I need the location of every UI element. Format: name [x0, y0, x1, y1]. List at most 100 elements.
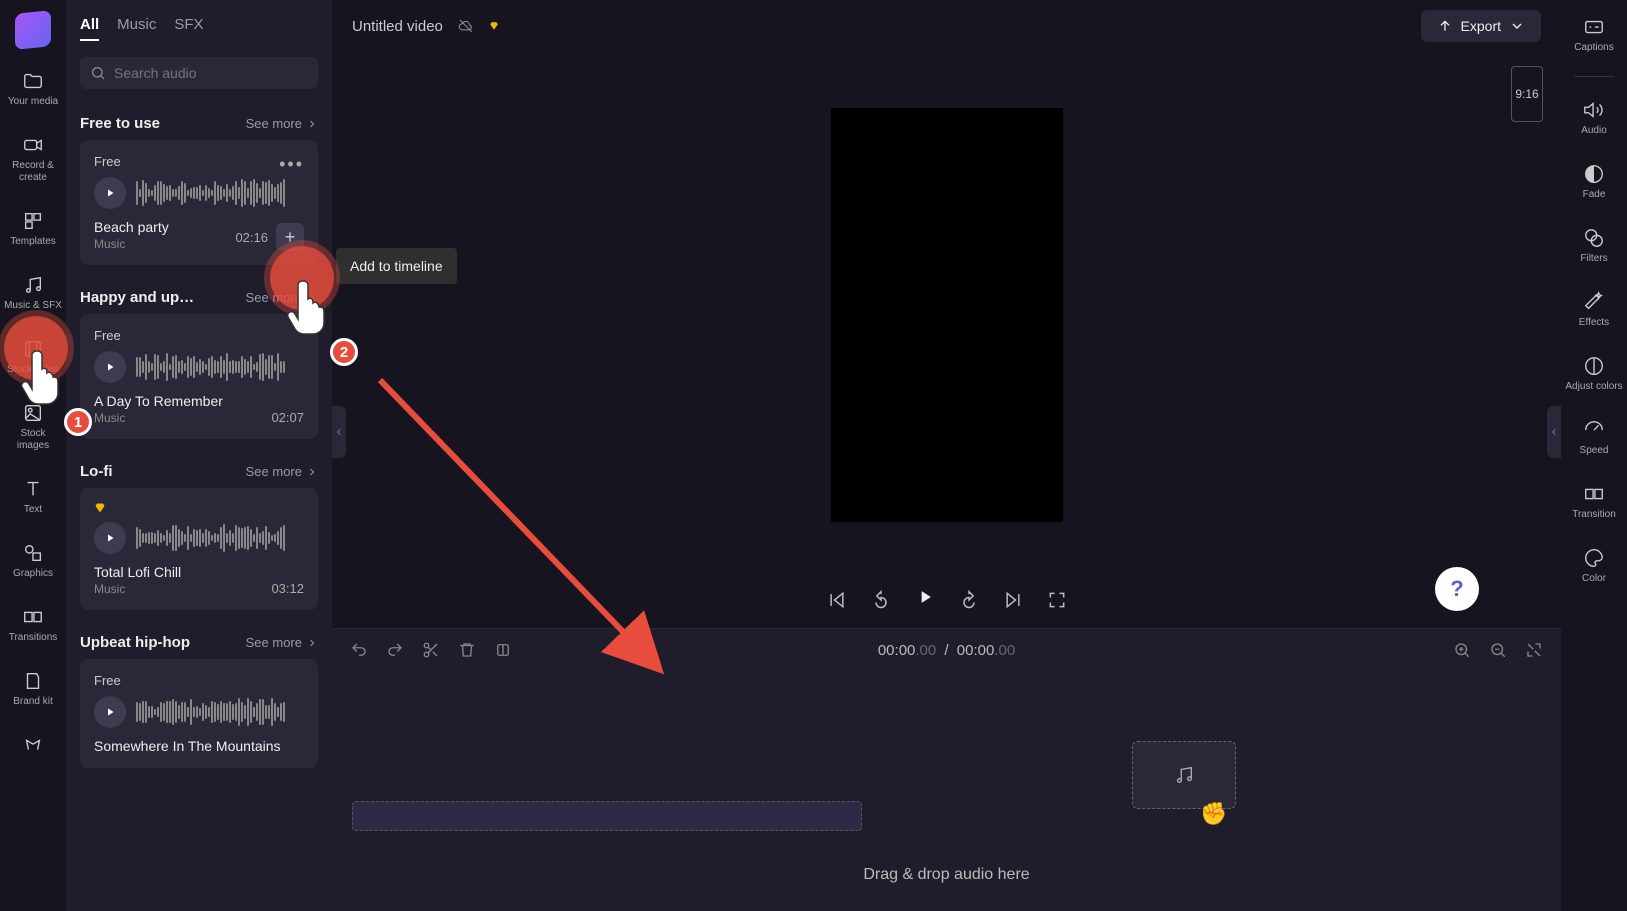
fit-icon[interactable]: [1525, 641, 1543, 659]
play-button[interactable]: [94, 522, 126, 554]
nav-music-sfx[interactable]: Music & SFX: [0, 270, 66, 316]
nav-ai[interactable]: [18, 730, 48, 760]
prop-filters[interactable]: Filters: [1576, 223, 1611, 269]
project-title[interactable]: Untitled video: [352, 18, 443, 35]
filters-icon: [1583, 227, 1605, 249]
drop-hint-text: Drag & drop audio here: [863, 866, 1029, 884]
nav-templates[interactable]: Templates: [6, 206, 60, 252]
timeline-tracks[interactable]: ✊ Drag & drop audio here: [332, 671, 1561, 911]
nav-your-media[interactable]: Your media: [4, 66, 62, 112]
film-icon: [22, 338, 44, 360]
upload-icon: [1437, 18, 1453, 34]
prop-color[interactable]: Color: [1578, 543, 1610, 589]
tab-all[interactable]: All: [80, 16, 99, 41]
palette-icon: [1583, 547, 1605, 569]
waveform-preview: [136, 178, 304, 208]
waveform-preview: [136, 697, 304, 727]
brand-icon: [22, 670, 44, 692]
play-button[interactable]: [94, 177, 126, 209]
nav-graphics[interactable]: Graphics: [9, 538, 57, 584]
premium-tag: [94, 502, 304, 514]
video-preview[interactable]: [831, 108, 1063, 522]
camera-icon: [22, 134, 44, 156]
skip-back-icon[interactable]: [827, 590, 847, 610]
diamond-icon: [489, 21, 499, 31]
nav-label: Stock images: [4, 428, 62, 452]
fullscreen-icon[interactable]: [1047, 590, 1067, 610]
track-title: Total Lofi Chill: [94, 564, 181, 580]
zoom-in-icon[interactable]: [1453, 641, 1471, 659]
prop-fade[interactable]: Fade: [1579, 159, 1610, 205]
chevron-right-icon: [306, 466, 318, 478]
transitions-icon: [22, 606, 44, 628]
nav-label: Music & SFX: [4, 300, 62, 312]
player-controls: [332, 577, 1561, 628]
see-more-link[interactable]: See more: [246, 464, 318, 479]
nav-stock-images[interactable]: Stock images: [0, 398, 66, 456]
prop-captions[interactable]: Captions: [1570, 12, 1617, 58]
tab-sfx[interactable]: SFX: [174, 16, 203, 41]
nav-label: Record & create: [4, 160, 62, 184]
collapse-audio-panel[interactable]: [332, 406, 346, 458]
left-navigation-rail: Your media Record & create Templates Mus…: [0, 0, 66, 911]
chevron-right-icon: [306, 637, 318, 649]
dragged-audio-clip: [1132, 741, 1236, 809]
see-more-link[interactable]: See more: [246, 635, 318, 650]
prop-label: Speed: [1580, 445, 1609, 457]
zoom-out-icon[interactable]: [1489, 641, 1507, 659]
redo-icon[interactable]: [386, 641, 404, 659]
add-to-timeline-button[interactable]: +: [276, 223, 304, 251]
undo-icon[interactable]: [350, 641, 368, 659]
see-more-label: See more: [246, 464, 302, 479]
trash-icon[interactable]: [458, 641, 476, 659]
prop-audio[interactable]: Audio: [1577, 95, 1611, 141]
chevron-right-icon: [306, 118, 318, 130]
prop-effects[interactable]: Effects: [1575, 287, 1613, 333]
search-audio-input[interactable]: [114, 65, 308, 81]
collapse-right-panel[interactable]: [1547, 406, 1561, 458]
prop-label: Captions: [1574, 42, 1613, 54]
skip-forward-icon[interactable]: [1003, 590, 1023, 610]
prop-label: Filters: [1580, 253, 1607, 265]
nav-label: Transitions: [9, 632, 58, 644]
nav-transitions[interactable]: Transitions: [5, 602, 62, 648]
ai-icon: [22, 734, 44, 756]
play-button[interactable]: [94, 696, 126, 728]
transition-icon: [1583, 483, 1605, 505]
prop-speed[interactable]: Speed: [1576, 415, 1613, 461]
play-button[interactable]: [94, 351, 126, 383]
nav-record-create[interactable]: Record & create: [0, 130, 66, 188]
scissors-icon[interactable]: [422, 641, 440, 659]
nav-brand-kit[interactable]: Brand kit: [9, 666, 56, 712]
export-button[interactable]: Export: [1421, 10, 1541, 42]
nav-text[interactable]: Text: [18, 474, 48, 520]
track-subtitle: Music: [94, 582, 181, 596]
section-title: Free to use: [80, 115, 160, 132]
more-options-button[interactable]: •••: [279, 154, 304, 177]
aspect-ratio-selector[interactable]: 9:16: [1511, 66, 1543, 122]
top-bar: Untitled video Export: [332, 0, 1561, 52]
audio-drop-zone[interactable]: [352, 801, 862, 831]
see-more-link[interactable]: See more: [246, 290, 318, 305]
prop-label: Fade: [1583, 189, 1606, 201]
see-more-label: See more: [246, 290, 302, 305]
search-audio-box[interactable]: [80, 57, 318, 89]
prop-label: Adjust colors: [1565, 381, 1622, 393]
prop-transition[interactable]: Transition: [1568, 479, 1620, 525]
play-pause-button[interactable]: [915, 587, 935, 612]
split-icon[interactable]: [494, 641, 512, 659]
track-title: A Day To Remember: [94, 393, 223, 409]
main-editor: Untitled video Export 9:16: [332, 0, 1561, 911]
prop-label: Audio: [1581, 125, 1607, 137]
nav-stock-video[interactable]: Stock video: [3, 334, 63, 380]
chevron-left-icon: [1549, 427, 1559, 437]
right-properties-rail: Captions Audio Fade Filters Effects Adju…: [1561, 0, 1627, 911]
tab-music[interactable]: Music: [117, 16, 156, 41]
track-title: Beach party: [94, 219, 169, 235]
see-more-link[interactable]: See more: [246, 116, 318, 131]
prop-adjust-colors[interactable]: Adjust colors: [1561, 351, 1626, 397]
rewind-icon[interactable]: [871, 590, 891, 610]
forward-icon[interactable]: [959, 590, 979, 610]
export-label: Export: [1461, 18, 1501, 34]
help-button[interactable]: ?: [1435, 567, 1479, 611]
